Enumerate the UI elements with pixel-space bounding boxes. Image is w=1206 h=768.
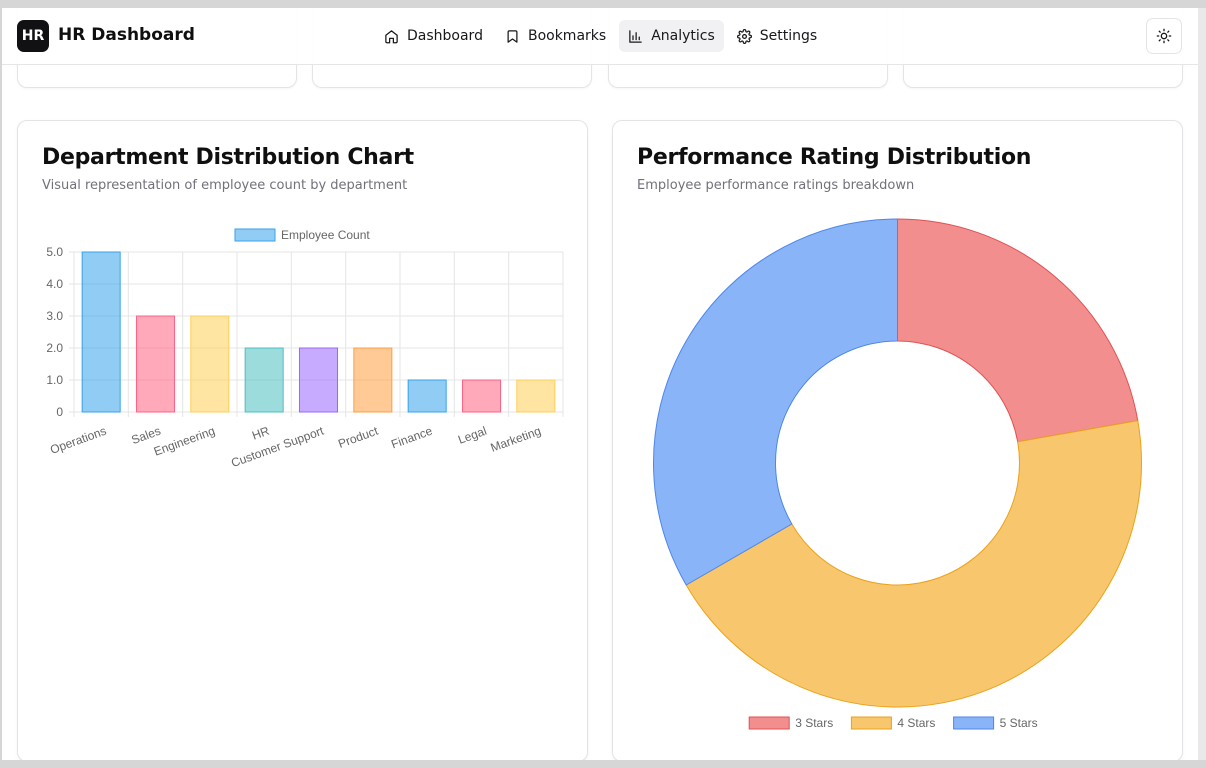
bar-marketing[interactable]	[516, 379, 556, 413]
slice-5-stars[interactable]	[653, 218, 898, 586]
bar-chart-icon	[629, 29, 642, 43]
x-tick-label: Engineering	[152, 424, 217, 459]
bar-product[interactable]	[353, 347, 393, 413]
x-tick-label: Customer Support	[229, 423, 326, 470]
y-tick-label: 0	[56, 405, 63, 419]
nav-settings[interactable]: Settings	[728, 20, 826, 52]
theme-toggle-button[interactable]	[1146, 18, 1182, 54]
bar-engineering[interactable]	[190, 315, 230, 413]
nav-dashboard-label: Dashboard	[407, 28, 483, 44]
x-tick-label: Legal	[456, 424, 488, 447]
y-tick-label: 3.0	[46, 309, 63, 323]
bookmark-icon	[507, 29, 518, 43]
main-nav: Dashboard Bookmarks Analytics Settings	[375, 20, 826, 52]
bar-operations[interactable]	[81, 251, 121, 413]
y-tick-label: 2.0	[46, 341, 63, 355]
x-tick-label: Finance	[389, 424, 434, 452]
bar-sales[interactable]	[135, 315, 176, 413]
y-tick-label: 4.0	[46, 277, 63, 291]
legend-label[interactable]: 5 Stars	[1000, 716, 1038, 730]
y-tick-label: 1.0	[46, 373, 63, 387]
department-bar-chart[interactable]: 01.02.03.04.05.0Operations SalesEngineeri…	[18, 121, 587, 760]
x-tick-label: HR	[250, 424, 271, 443]
sun-icon	[1156, 28, 1172, 44]
department-chart-card: Department Distribution Chart Visual rep…	[17, 120, 588, 760]
gear-icon	[736, 28, 752, 44]
y-tick-label: 5.0	[46, 245, 63, 259]
nav-analytics-label: Analytics	[651, 28, 715, 44]
nav-bookmarks-label: Bookmarks	[527, 28, 607, 44]
bar-customer-support[interactable]	[298, 347, 339, 413]
legend-label[interactable]: 4 Stars	[897, 716, 935, 730]
app-title[interactable]: HR Dashboard	[58, 25, 195, 45]
logo-badge[interactable]: HR	[17, 20, 49, 52]
legend-swatch[interactable]	[850, 716, 892, 730]
x-tick-label: Product	[336, 423, 380, 451]
x-tick-label: Marketing	[489, 424, 543, 455]
bar-finance[interactable]	[407, 379, 447, 413]
performance-donut-chart[interactable]: 3 Stars 4 Stars 5 Stars	[613, 121, 1182, 760]
home-icon	[385, 29, 398, 43]
nav-analytics[interactable]: Analytics	[619, 20, 724, 52]
app-window: HR HR Dashboard Dashboard Bookmarks Anal…	[2, 8, 1198, 760]
scrollbar[interactable]	[1198, 8, 1206, 760]
performance-chart-card: Performance Rating Distribution Employee…	[612, 120, 1183, 760]
legend-swatch[interactable]	[234, 228, 276, 242]
nav-settings-label: Settings	[759, 28, 818, 44]
legend-label[interactable]: Employee Count	[281, 228, 370, 242]
legend-label[interactable]: 3 Stars	[795, 716, 833, 730]
legend-swatch[interactable]	[748, 716, 790, 730]
legend-swatch[interactable]	[953, 716, 995, 730]
nav-bookmarks[interactable]: Bookmarks	[496, 20, 615, 52]
bar-hr[interactable]	[244, 347, 284, 413]
nav-dashboard[interactable]: Dashboard	[375, 20, 492, 52]
slice-3-stars[interactable]	[897, 218, 1139, 443]
bar-legal[interactable]	[461, 379, 502, 413]
x-tick-label: Operations	[48, 424, 108, 457]
top-navbar: HR HR Dashboard Dashboard Bookmarks Anal…	[2, 8, 1198, 65]
